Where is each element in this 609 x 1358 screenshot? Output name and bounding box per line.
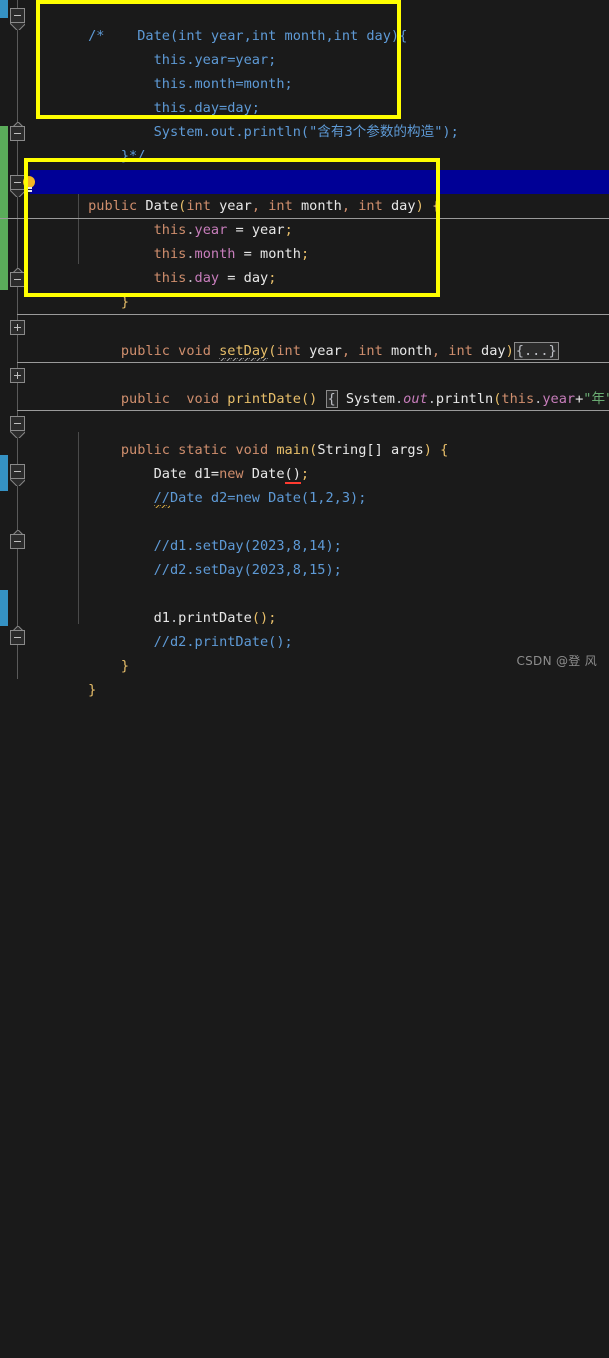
token-comment-date-d2: //	[153, 490, 170, 508]
minus-icon	[14, 15, 21, 16]
change-bar-modified-print[interactable]	[0, 590, 8, 626]
fold-marker-setday[interactable]	[10, 320, 25, 335]
minus-icon	[14, 423, 21, 424]
minus-icon	[14, 279, 21, 280]
fold-marker-main-end[interactable]	[10, 630, 25, 645]
fold-marker-comment-block[interactable]	[10, 8, 25, 23]
plus-icon-v	[17, 372, 18, 379]
code-line-11[interactable]: }	[30, 266, 609, 310]
watermark: CSDN @登 风	[516, 654, 597, 668]
code-line-4[interactable]: this.day=day;	[30, 72, 609, 116]
fold-marker-block-end[interactable]	[10, 534, 25, 549]
fold-separator-main	[17, 410, 609, 411]
fold-placeholder-setday[interactable]: {...}	[513, 342, 559, 360]
code-line-19[interactable]: d1.printDate();	[30, 582, 609, 626]
code-line-15[interactable]: Date d1=new Date();	[30, 438, 609, 484]
code-line-18[interactable]: //d2.setDay(2023,8,15);	[30, 534, 609, 578]
code-line-1[interactable]: /* Date(int year,int month,int day){	[30, 0, 609, 44]
code-line-13-printdate[interactable]: public void printDate() { System.out.pri…	[30, 363, 609, 408]
fold-marker-nested[interactable]	[10, 464, 25, 479]
token-out: out	[403, 391, 428, 407]
code-line-2[interactable]: this.year=year;	[30, 24, 609, 68]
fold-marker-comment-end[interactable]	[10, 126, 25, 141]
code-line-10[interactable]: this.day = day;	[30, 242, 609, 286]
fold-tail-main	[10, 431, 25, 438]
minus-icon	[14, 182, 21, 183]
code-line-3[interactable]: this.month=month;	[30, 48, 609, 92]
fold-tail-nested	[10, 479, 25, 486]
plus-icon-v	[17, 324, 18, 331]
change-bar-modified-main[interactable]	[0, 455, 8, 491]
lightbulb-icon[interactable]	[22, 176, 36, 192]
minus-icon	[14, 637, 21, 638]
code-line-17[interactable]: //d1.setDay(2023,8,14);	[30, 510, 609, 554]
code-line-12-setday[interactable]: public void setDay(int year, int month, …	[30, 315, 609, 361]
code-line-20[interactable]: //d2.printDate();	[30, 606, 609, 650]
token-string-zh-year: "年"	[583, 391, 609, 407]
gutter-guide-line	[17, 0, 18, 679]
fold-marker-constructor-end[interactable]	[10, 272, 25, 287]
minus-icon	[14, 541, 21, 542]
code-line-21[interactable]: }	[30, 630, 609, 674]
code-line-8[interactable]: this.year = year;	[30, 194, 609, 238]
code-line-6[interactable]: }*/	[30, 120, 609, 164]
fold-placeholder-printdate[interactable]: {	[325, 390, 338, 408]
code-editor[interactable]: /* Date(int year,int month,int day){ thi…	[0, 0, 609, 698]
minus-icon	[14, 471, 21, 472]
code-line-16[interactable]: //Date d2=new Date(1,2,3);	[30, 462, 609, 508]
code-area[interactable]: /* Date(int year,int month,int day){ thi…	[0, 0, 609, 698]
token-comment-setday-2: //d2.setDay(2023,8,15);	[153, 562, 342, 578]
code-line-7-active[interactable]: public Date(int year, int month, int day…	[0, 170, 609, 219]
fold-marker-main[interactable]	[10, 416, 25, 431]
code-line-14-main[interactable]: public static void main(String[] args) {	[30, 414, 609, 458]
token-method-setday: setDay	[219, 343, 269, 361]
fold-marker-printdate[interactable]	[10, 368, 25, 383]
change-bar-modified-top[interactable]	[0, 0, 8, 18]
minus-icon	[14, 133, 21, 134]
code-line-5[interactable]: System.out.println("含有3个参数的构造");	[30, 96, 609, 140]
fold-tail-comment-block	[10, 23, 25, 30]
token-comment-close: }*/	[88, 148, 146, 164]
editor-gutter[interactable]	[0, 0, 30, 679]
code-line-9[interactable]: this.month = month;	[30, 218, 609, 262]
token-method-printdate: printDate	[227, 391, 301, 407]
change-bar-added[interactable]	[0, 126, 8, 290]
